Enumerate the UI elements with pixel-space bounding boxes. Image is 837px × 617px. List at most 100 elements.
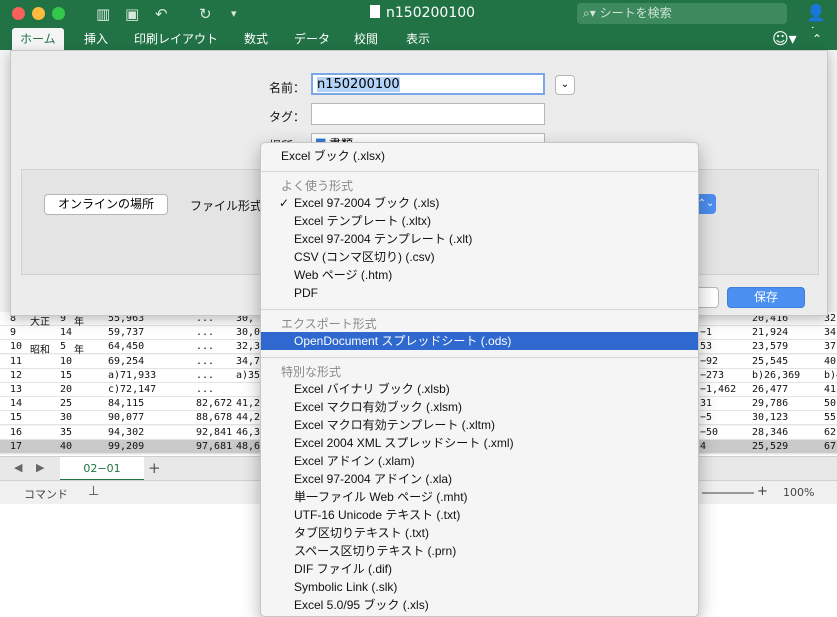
value-cell[interactable]: 30,123 xyxy=(752,412,788,423)
value-cell[interactable]: a)71,933 xyxy=(108,370,156,381)
menu-item-slk[interactable]: Symbolic Link (.slk) xyxy=(261,578,698,596)
zoom-in-icon[interactable]: + xyxy=(757,484,768,499)
tab-formulas[interactable]: 数式 xyxy=(236,28,276,50)
year-cell[interactable]: 25 xyxy=(60,398,72,409)
row-number[interactable]: 13 xyxy=(10,384,22,395)
undo-icon[interactable]: ↶ xyxy=(155,4,168,24)
value-cell[interactable]: ... xyxy=(196,327,214,338)
menu-item-utf16-txt[interactable]: UTF-16 Unicode テキスト (.txt) xyxy=(261,506,698,524)
menu-item-xls95[interactable]: Excel 5.0/95 ブック (.xls) xyxy=(261,596,698,614)
save-button[interactable]: 保存 xyxy=(727,287,805,308)
redo-icon[interactable]: ↻ xyxy=(199,4,212,24)
row-number[interactable]: 12 xyxy=(10,370,22,381)
row-number[interactable]: 14 xyxy=(10,398,22,409)
value-cell[interactable]: 28,346 xyxy=(752,427,788,438)
row-number[interactable]: 9 xyxy=(10,327,16,338)
value-cell[interactable]: 88,678 xyxy=(196,412,232,423)
value-cell[interactable]: 34 xyxy=(824,327,836,338)
close-window-button[interactable] xyxy=(12,7,25,20)
value-cell[interactable]: 30,0 xyxy=(236,327,260,338)
value-cell[interactable]: 97,681 xyxy=(196,441,232,452)
minimize-window-button[interactable] xyxy=(32,7,45,20)
year-cell[interactable]: 5 xyxy=(60,341,66,352)
value-cell[interactable]: 41 xyxy=(824,384,836,395)
zoom-slider[interactable] xyxy=(702,492,754,494)
value-cell[interactable]: 29,786 xyxy=(752,398,788,409)
change-cell[interactable]: −1,462 xyxy=(700,384,736,395)
value-cell[interactable]: 44,2 xyxy=(236,412,260,423)
change-cell[interactable]: 53 xyxy=(700,341,712,352)
menu-item-xlsm[interactable]: Excel マクロ有効ブック (.xlsm) xyxy=(261,398,698,416)
value-cell[interactable]: 23,579 xyxy=(752,341,788,352)
add-sheet-icon[interactable]: + xyxy=(148,459,161,477)
value-cell[interactable]: c)72,147 xyxy=(108,384,156,395)
feedback-smiley-icon[interactable]: ☺▾ xyxy=(772,29,797,48)
year-cell[interactable]: 40 xyxy=(60,441,72,452)
menu-item-xltm[interactable]: Excel マクロ有効テンプレート (.xltm) xyxy=(261,416,698,434)
menu-item-pdf[interactable]: PDF xyxy=(261,284,698,302)
value-cell[interactable]: 50 xyxy=(824,398,836,409)
menu-item-prn[interactable]: スペース区切りテキスト (.prn) xyxy=(261,542,698,560)
value-cell[interactable]: 37 xyxy=(824,341,836,352)
value-cell[interactable]: ... xyxy=(196,384,214,395)
menu-item-tab-txt[interactable]: タブ区切りテキスト (.txt) xyxy=(261,524,698,542)
value-cell[interactable]: ... xyxy=(196,370,214,381)
format-select-arrow-icon[interactable]: ⌃⌄ xyxy=(696,194,716,214)
tab-home[interactable]: ホーム xyxy=(12,28,64,50)
next-sheet-icon[interactable]: ▶ xyxy=(36,461,44,474)
value-cell[interactable]: 34,7 xyxy=(236,356,260,367)
value-cell[interactable]: 25,529 xyxy=(752,441,788,452)
prev-sheet-icon[interactable]: ◀ xyxy=(14,461,22,474)
menu-item-mht[interactable]: 単一ファイル Web ページ (.mht) xyxy=(261,488,698,506)
value-cell[interactable]: ... xyxy=(196,341,214,352)
maximize-window-button[interactable] xyxy=(52,7,65,20)
sidebar-toggle-icon[interactable]: ▥ xyxy=(96,4,110,24)
change-cell[interactable]: −92 xyxy=(700,356,718,367)
value-cell[interactable]: 40 xyxy=(824,356,836,367)
value-cell[interactable]: b)43 xyxy=(824,370,837,381)
menu-item-xlam[interactable]: Excel アドイン (.xlam) xyxy=(261,452,698,470)
menu-item-xml[interactable]: Excel 2004 XML スプレッドシート (.xml) xyxy=(261,434,698,452)
row-number[interactable]: 15 xyxy=(10,412,22,423)
change-cell[interactable]: −5 xyxy=(700,412,712,423)
tab-view[interactable]: 表示 xyxy=(398,28,438,50)
menu-item-ods[interactable]: OpenDocument スプレッドシート (.ods) xyxy=(261,332,698,350)
year-cell[interactable]: 30 xyxy=(60,412,72,423)
value-cell[interactable]: 84,115 xyxy=(108,398,144,409)
value-cell[interactable]: 25,545 xyxy=(752,356,788,367)
value-cell[interactable]: 41,2 xyxy=(236,398,260,409)
change-cell[interactable]: −1 xyxy=(700,327,712,338)
value-cell[interactable]: 48,6 xyxy=(236,441,260,452)
change-cell[interactable]: −50 xyxy=(700,427,718,438)
collapse-ribbon-icon[interactable]: ⌃ xyxy=(812,32,822,46)
customize-toolbar-icon[interactable]: ▾ xyxy=(231,4,237,24)
expand-dialog-button[interactable]: ⌄ xyxy=(555,75,575,95)
change-cell[interactable]: 31 xyxy=(700,398,712,409)
menu-item-xlsx[interactable]: Excel ブック (.xlsx) xyxy=(261,147,698,165)
save-icon[interactable]: ▣ xyxy=(125,4,139,24)
value-cell[interactable]: 92,841 xyxy=(196,427,232,438)
value-cell[interactable]: 99,209 xyxy=(108,441,144,452)
year-cell[interactable]: 14 xyxy=(60,327,72,338)
value-cell[interactable]: 46,3 xyxy=(236,427,260,438)
menu-item-htm[interactable]: Web ページ (.htm) xyxy=(261,266,698,284)
tab-data[interactable]: データ xyxy=(286,28,338,50)
tab-insert[interactable]: 挿入 xyxy=(76,28,116,50)
sheet-tab[interactable]: 02−01 xyxy=(60,457,144,481)
year-cell[interactable]: 10 xyxy=(60,356,72,367)
row-number[interactable]: 16 xyxy=(10,427,22,438)
menu-item-xlsb[interactable]: Excel バイナリ ブック (.xlsb) xyxy=(261,380,698,398)
year-cell[interactable]: 35 xyxy=(60,427,72,438)
filename-input[interactable]: n150200100 xyxy=(311,73,545,95)
value-cell[interactable]: 21,924 xyxy=(752,327,788,338)
change-cell[interactable]: 4 xyxy=(700,441,706,452)
value-cell[interactable]: 94,302 xyxy=(108,427,144,438)
menu-item-csv[interactable]: CSV (コンマ区切り) (.csv) xyxy=(261,248,698,266)
tab-review[interactable]: 校閲 xyxy=(346,28,386,50)
change-cell[interactable]: −273 xyxy=(700,370,724,381)
value-cell[interactable]: 67 xyxy=(824,441,836,452)
tags-input[interactable] xyxy=(311,103,545,125)
row-number[interactable]: 17 xyxy=(10,441,22,452)
value-cell[interactable]: b)26,369 xyxy=(752,370,800,381)
value-cell[interactable]: 69,254 xyxy=(108,356,144,367)
